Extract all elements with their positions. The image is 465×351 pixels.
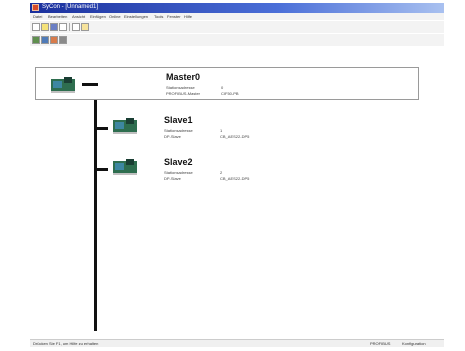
slave1-prop1-value: 1	[220, 128, 223, 133]
status-state: Konfiguration	[402, 341, 426, 346]
network-canvas[interactable]: Master0 Stationsadresse 0 PROFIBUS-Maste…	[30, 47, 444, 339]
status-text: Drücken Sie F1, um Hilfe zu erhalten	[33, 341, 99, 346]
slave1-device-icon[interactable]	[110, 115, 142, 135]
menu-einfuegen[interactable]: Einfügen	[90, 14, 106, 19]
toolbar-devices	[30, 34, 444, 46]
cut-button[interactable]	[72, 23, 80, 31]
menu-fenster[interactable]: Fenster	[167, 14, 181, 19]
master-prop1-value: 0	[221, 85, 224, 90]
slave2-device-icon[interactable]	[110, 156, 142, 176]
slave2-connector	[94, 168, 108, 171]
menu-bar: Datei Bearbeiten Ansicht Einfügen Online…	[30, 13, 444, 20]
master-device-icon	[51, 77, 75, 93]
menu-bearbeiten[interactable]: Bearbeiten	[48, 14, 67, 19]
menu-online[interactable]: Online	[109, 14, 121, 19]
help-button[interactable]	[81, 23, 89, 31]
bus-parameter-button[interactable]	[50, 36, 58, 44]
master-prop2-value: CIF50-PB	[221, 91, 239, 96]
slave2-prop1-label: Stationsadresse	[164, 170, 193, 175]
save-button[interactable]	[50, 23, 58, 31]
status-mode: PROFIBUS	[370, 341, 391, 346]
app-icon	[32, 4, 39, 11]
window-title: SyCon - [Unnamed1]	[42, 4, 99, 10]
slave1-name[interactable]: Slave1	[164, 115, 193, 125]
slave2-name[interactable]: Slave2	[164, 157, 193, 167]
master-connector	[82, 83, 98, 86]
status-bar: Drücken Sie F1, um Hilfe zu erhalten PRO…	[30, 339, 444, 347]
bus-line	[94, 82, 97, 331]
menu-tools[interactable]: Tools	[154, 14, 163, 19]
menu-ansicht[interactable]: Ansicht	[72, 14, 85, 19]
open-folder-button[interactable]	[41, 23, 49, 31]
master-name: Master0	[166, 72, 201, 82]
insert-slave-button[interactable]	[41, 36, 49, 44]
new-file-button[interactable]	[32, 23, 40, 31]
master-prop2-label: PROFIBUS-Master	[166, 91, 201, 96]
slave1-connector	[94, 127, 108, 130]
slave1-prop2-value: CB_AES22-DP5	[220, 134, 250, 139]
master-prop1-label: Stationsadresse	[166, 85, 195, 90]
download-button[interactable]	[59, 36, 67, 44]
slave2-prop2-value: CB_AES22-DP5	[220, 176, 250, 181]
master-device-box[interactable]: Master0 Stationsadresse 0 PROFIBUS-Maste…	[35, 67, 419, 100]
toolbar-standard	[30, 21, 444, 33]
print-button[interactable]	[59, 23, 67, 31]
title-bar: SyCon - [Unnamed1]	[30, 3, 444, 13]
menu-einstellungen[interactable]: Einstellungen	[124, 14, 148, 19]
slave1-prop1-label: Stationsadresse	[164, 128, 193, 133]
slave2-prop1-value: 2	[220, 170, 223, 175]
menu-datei[interactable]: Datei	[33, 14, 42, 19]
toolbar-separator	[69, 23, 70, 31]
slave1-prop2-label: DP-Slave	[164, 134, 181, 139]
insert-master-button[interactable]	[32, 36, 40, 44]
app-window: SyCon - [Unnamed1] Datei Bearbeiten Ansi…	[30, 3, 444, 347]
slave2-prop2-label: DP-Slave	[164, 176, 181, 181]
menu-hilfe[interactable]: Hilfe	[184, 14, 192, 19]
